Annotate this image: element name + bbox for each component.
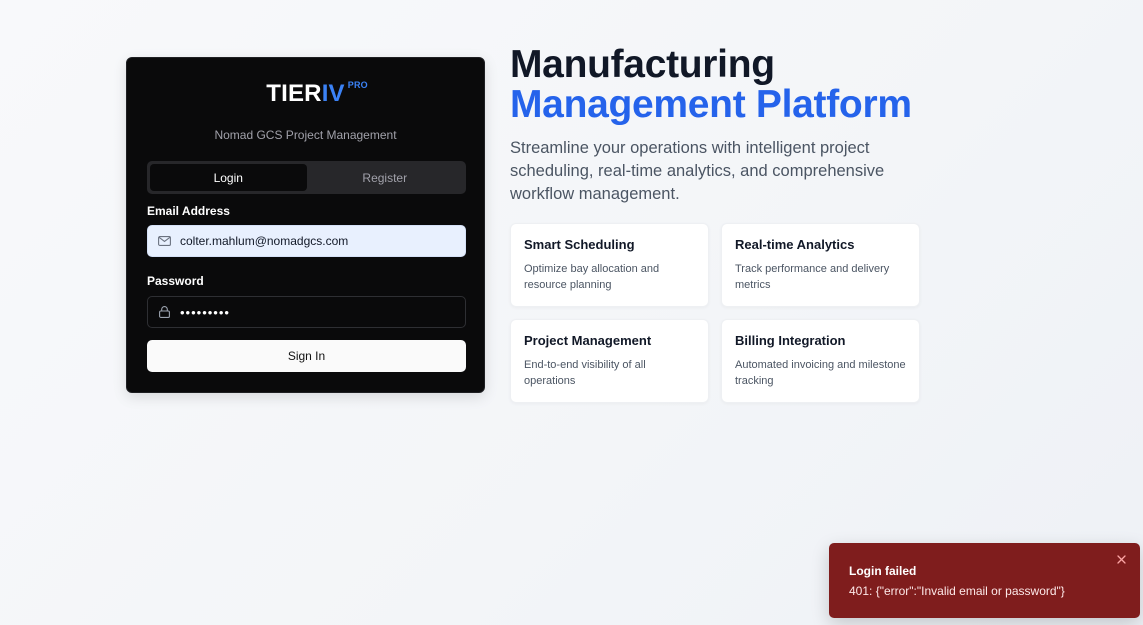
feature-title: Billing Integration — [735, 333, 846, 348]
hero-title-line2: Management Platform — [510, 83, 912, 126]
email-label: Email Address — [147, 204, 230, 218]
auth-tabs: Login Register — [147, 161, 466, 194]
feature-card-smart-scheduling: Smart Scheduling Optimize bay allocation… — [510, 223, 709, 307]
password-label: Password — [147, 274, 204, 288]
email-field-wrapper — [147, 225, 466, 257]
toast-title: Login failed — [849, 564, 917, 578]
hero-description: Streamline your operations with intellig… — [510, 139, 885, 203]
feature-title: Smart Scheduling — [524, 237, 635, 252]
lock-icon — [148, 297, 180, 327]
toast-message: 401: {"error":"Invalid email or password… — [849, 584, 1065, 598]
close-icon[interactable] — [1114, 552, 1128, 566]
login-card: TIERIV PRO Nomad GCS Project Management L… — [126, 57, 485, 393]
sign-in-button[interactable]: Sign In — [147, 340, 466, 372]
logo: TIERIV PRO — [127, 80, 484, 108]
tab-login[interactable]: Login — [150, 164, 307, 191]
feature-description: End-to-end visibility of all operations — [524, 359, 646, 387]
login-page: TIERIV PRO Nomad GCS Project Management L… — [0, 0, 1143, 625]
feature-card-realtime-analytics: Real-time Analytics Track performance an… — [721, 223, 920, 307]
hero-title-line1: Manufacturing — [510, 43, 775, 86]
logo-main-text: TIER — [266, 80, 322, 107]
error-toast: Login failed 401: {"error":"Invalid emai… — [829, 543, 1140, 618]
mail-icon — [148, 226, 180, 256]
logo-pro-badge: PRO — [347, 80, 368, 90]
password-field-wrapper — [147, 296, 466, 328]
card-subtitle: Nomad GCS Project Management — [214, 128, 397, 142]
tab-register[interactable]: Register — [307, 164, 464, 191]
feature-description: Automated invoicing and milestone tracki… — [735, 359, 906, 387]
feature-description: Optimize bay allocation and resource pla… — [524, 263, 660, 291]
feature-card-project-management: Project Management End-to-end visibility… — [510, 319, 709, 403]
feature-card-billing-integration: Billing Integration Automated invoicing … — [721, 319, 920, 403]
feature-description: Track performance and delivery metrics — [735, 263, 890, 291]
hero-title: Manufacturing Management Platform — [510, 45, 912, 125]
feature-title: Real-time Analytics — [735, 237, 855, 252]
feature-title: Project Management — [524, 333, 652, 348]
password-input[interactable] — [180, 298, 460, 326]
email-input[interactable] — [180, 227, 460, 255]
logo-accent-text: IV — [321, 80, 345, 107]
